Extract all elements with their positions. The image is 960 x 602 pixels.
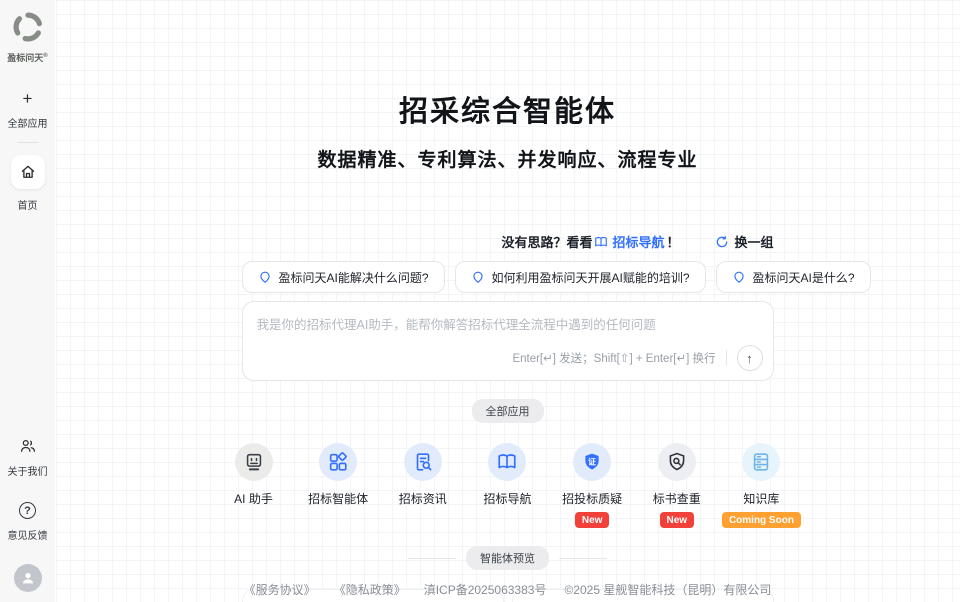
copyright-text: ©2025 星舰智能科技（昆明）有限公司 xyxy=(564,581,771,598)
change-batch-label: 换一组 xyxy=(734,232,773,251)
brand-logo-icon xyxy=(9,8,47,46)
all-apps-label: 全部应用 xyxy=(8,115,48,130)
sidebar: 盈标问天® + 全部应用 首页 关于我们 ? 意见反馈 xyxy=(0,0,55,602)
divider-line xyxy=(559,558,607,559)
user-avatar[interactable] xyxy=(14,564,42,592)
app-badge: Coming Soon xyxy=(722,512,801,528)
bid-navigation-label: 招标导航 xyxy=(612,232,664,251)
idea-hint-row: 没有思路？看看 招标导航 ！ 换一组 xyxy=(242,232,774,251)
robot-face-icon xyxy=(243,451,265,473)
people-icon xyxy=(19,437,37,455)
doc-search-icon xyxy=(412,451,434,473)
app-item-doc-dedupe[interactable]: 标书查重 New xyxy=(638,443,716,528)
plus-icon: + xyxy=(23,90,33,107)
suggestion-chips: 盈标问天AI能解决什么问题? 如何利用盈标问天开展AI赋能的培训? 盈标问天AI… xyxy=(242,261,774,293)
send-button[interactable]: ↑ xyxy=(737,345,763,371)
sidebar-item-all-apps[interactable]: + 全部应用 xyxy=(8,64,48,130)
hint-prefix: 没有思路？看看 xyxy=(501,232,592,251)
app-item-bid-news[interactable]: 招标资讯 xyxy=(384,443,462,528)
app-label: 知识库 xyxy=(743,490,779,507)
pin-icon xyxy=(258,270,272,284)
app-item-bid-navigation[interactable]: 招标导航 xyxy=(468,443,546,528)
home-button[interactable] xyxy=(11,155,45,189)
sidebar-item-home[interactable]: 首页 xyxy=(11,143,45,212)
app-label: 招投标质疑 xyxy=(562,490,622,507)
app-label: AI 助手 xyxy=(234,490,273,507)
pin-icon xyxy=(732,270,746,284)
sidebar-item-feedback[interactable]: ? 意见反馈 xyxy=(8,502,48,542)
chip-label: 如何利用盈标问天开展AI赋能的培训? xyxy=(492,269,690,286)
app-label: 标书查重 xyxy=(653,490,701,507)
sidebar-item-about[interactable]: 关于我们 xyxy=(8,437,48,478)
page-title: 招采综合智能体 xyxy=(242,0,774,130)
footer: 《服务协议》 《隐私政策》 滇ICP备2025063383号 ©2025 星舰智… xyxy=(55,581,960,598)
chip-label: 盈标问天AI能解决什么问题? xyxy=(279,269,429,286)
icp-number: 滇ICP备2025063383号 xyxy=(424,581,547,598)
hint-suffix: ！ xyxy=(666,232,679,251)
suggestion-chip[interactable]: 盈标问天AI是什么? xyxy=(716,261,871,293)
app-label: 招标资讯 xyxy=(399,490,447,507)
book-icon xyxy=(594,235,608,249)
chat-input[interactable] xyxy=(257,314,759,348)
app-blocks-icon xyxy=(327,451,349,473)
svg-text:证: 证 xyxy=(588,456,596,466)
app-badge: New xyxy=(575,512,610,528)
apps-row: AI 助手 招标智能体 xyxy=(215,443,801,528)
page-subtitle: 数据精准、专利算法、并发响应、流程专业 xyxy=(242,145,774,172)
about-label: 关于我们 xyxy=(8,463,48,478)
divider-line xyxy=(408,558,456,559)
avatar-person-icon xyxy=(20,570,36,586)
shield-cert-icon: 证 xyxy=(581,451,603,473)
shield-search-icon xyxy=(666,451,688,473)
input-divider xyxy=(726,350,727,366)
open-book-icon xyxy=(496,451,518,473)
agents-preview-badge[interactable]: 智能体预览 xyxy=(466,546,549,570)
arrow-up-icon: ↑ xyxy=(746,351,753,366)
home-icon xyxy=(19,163,37,181)
feedback-label: 意见反馈 xyxy=(8,527,48,542)
app-item-knowledge-base[interactable]: 知识库 Coming Soon xyxy=(722,443,800,528)
knowledge-stack-icon xyxy=(750,451,772,473)
suggestion-chip[interactable]: 如何利用盈标问天开展AI赋能的培训? xyxy=(455,261,706,293)
change-batch-button[interactable]: 换一组 xyxy=(715,232,773,251)
all-apps-badge[interactable]: 全部应用 xyxy=(472,399,544,423)
refresh-icon xyxy=(715,235,729,249)
app-label: 招标导航 xyxy=(483,490,531,507)
privacy-link[interactable]: 《隐私政策》 xyxy=(334,581,406,598)
app-item-bid-challenge[interactable]: 证 招投标质疑 New xyxy=(553,443,631,528)
app-item-bid-agent[interactable]: 招标智能体 xyxy=(299,443,377,528)
app-item-ai-assistant[interactable]: AI 助手 xyxy=(215,443,293,528)
question-icon: ? xyxy=(19,502,36,519)
app-label: 招标智能体 xyxy=(308,490,368,507)
brand-name: 盈标问天® xyxy=(7,51,47,64)
home-label: 首页 xyxy=(18,197,38,212)
main-area: 招采综合智能体 数据精准、专利算法、并发响应、流程专业 没有思路？看看 招标导航… xyxy=(55,0,960,602)
chat-input-box: Enter[↵] 发送；Shift[⇧] + Enter[↵] 换行 ↑ xyxy=(242,301,774,381)
app-badge: New xyxy=(660,512,695,528)
enter-hint: Enter[↵] 发送；Shift[⇧] + Enter[↵] 换行 xyxy=(512,350,715,366)
suggestion-chip[interactable]: 盈标问天AI能解决什么问题? xyxy=(242,261,445,293)
terms-link[interactable]: 《服务协议》 xyxy=(244,581,316,598)
chip-label: 盈标问天AI是什么? xyxy=(753,269,855,286)
pin-icon xyxy=(471,270,485,284)
bid-navigation-link[interactable]: 招标导航 xyxy=(594,232,664,251)
